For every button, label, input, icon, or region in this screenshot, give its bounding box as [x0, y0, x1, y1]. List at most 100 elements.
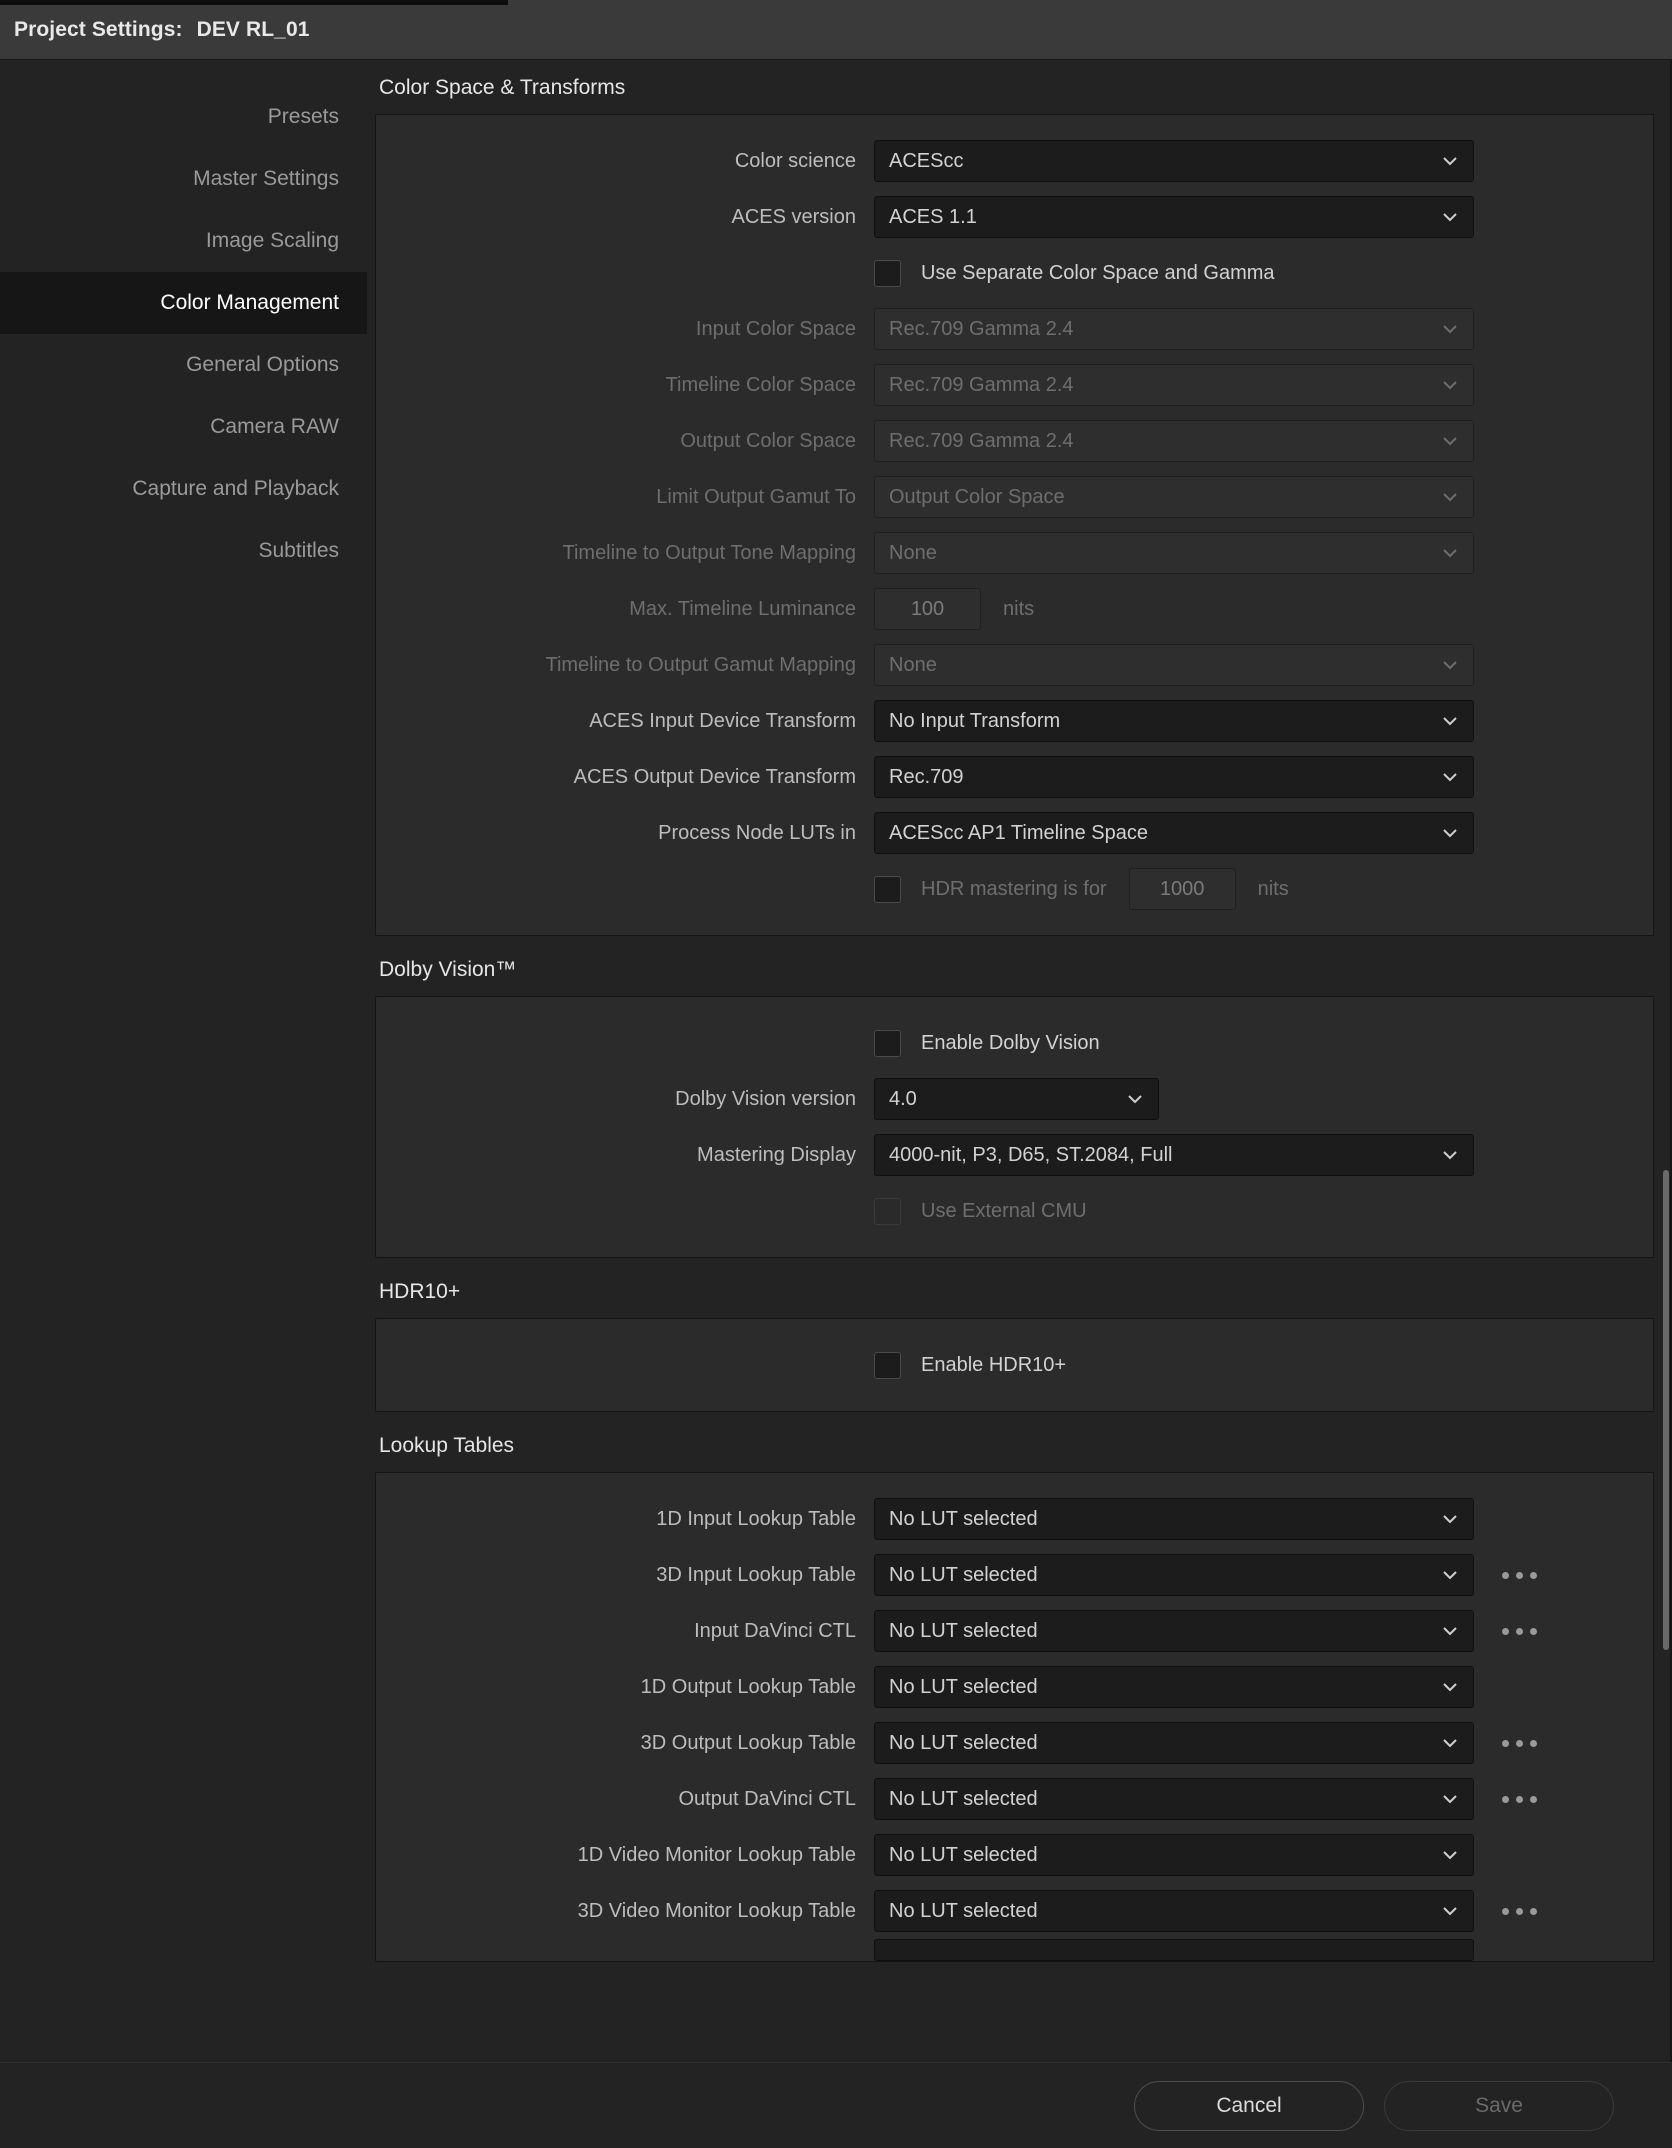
lut-value: No LUT selected — [889, 1675, 1038, 1698]
aces-version-dropdown[interactable]: ACES 1.1 — [874, 196, 1474, 238]
settings-content-pane: Color Space & Transforms Color science A… — [367, 60, 1672, 2062]
label-lut: 3D Input Lookup Table — [656, 1563, 856, 1586]
row-enable-dolby-vision: Enable Dolby Vision — [376, 1015, 1653, 1071]
process-node-luts-dropdown[interactable]: ACEScc AP1 Timeline Space — [874, 812, 1474, 854]
lut-value: No LUT selected — [889, 1843, 1038, 1866]
lut-browse-button[interactable] — [1492, 1627, 1546, 1635]
row-output-color-space: Output Color Space Rec.709 Gamma 2.4 — [376, 413, 1653, 469]
lut-dropdown[interactable]: No LUT selected — [874, 1834, 1474, 1876]
sidebar-item-camera-raw[interactable]: Camera RAW — [0, 396, 367, 458]
label-use-external-cmu: Use External CMU — [921, 1199, 1087, 1222]
use-external-cmu-checkbox — [874, 1197, 901, 1225]
sidebar-item-label: Capture and Playback — [132, 477, 339, 500]
label-lut: 1D Video Monitor Lookup Table — [577, 1843, 856, 1866]
lut-dropdown[interactable]: No LUT selected — [874, 1554, 1474, 1596]
chevron-down-icon — [1437, 1142, 1463, 1168]
lut-dropdown[interactable]: No LUT selected — [874, 1610, 1474, 1652]
lut-value: No LUT selected — [889, 1619, 1038, 1642]
label-enable-dolby-vision: Enable Dolby Vision — [921, 1031, 1100, 1054]
panel-hdr10plus: Enable HDR10+ — [375, 1318, 1654, 1412]
chevron-down-icon — [1437, 1786, 1463, 1812]
chevron-down-icon — [1437, 1506, 1463, 1532]
lut-dropdown-partial[interactable] — [874, 1939, 1474, 1961]
label-aces-idt: ACES Input Device Transform — [589, 709, 856, 732]
aces-version-value: ACES 1.1 — [889, 205, 977, 228]
row-lut-input-davinci-ctl: Input DaVinci CTL No LUT selected — [376, 1603, 1653, 1659]
sidebar-item-capture-and-playback[interactable]: Capture and Playback — [0, 458, 367, 520]
lut-browse-button[interactable] — [1492, 1571, 1546, 1579]
limit-output-gamut-dropdown: Output Color Space — [874, 476, 1474, 518]
chevron-down-icon — [1437, 204, 1463, 230]
row-timeline-color-space: Timeline Color Space Rec.709 Gamma 2.4 — [376, 357, 1653, 413]
chevron-down-icon — [1437, 316, 1463, 342]
lut-value: No LUT selected — [889, 1731, 1038, 1754]
section-heading-color-space: Color Space & Transforms — [379, 76, 626, 99]
sidebar-item-master-settings[interactable]: Master Settings — [0, 148, 367, 210]
lut-dropdown[interactable]: No LUT selected — [874, 1778, 1474, 1820]
lut-dropdown[interactable]: No LUT selected — [874, 1722, 1474, 1764]
sidebar-item-presets[interactable]: Presets — [0, 86, 367, 148]
lut-value: No LUT selected — [889, 1507, 1038, 1530]
cancel-button[interactable]: Cancel — [1134, 2080, 1364, 2131]
mastering-display-dropdown[interactable]: 4000-nit, P3, D65, ST.2084, Full — [874, 1134, 1474, 1176]
row-gamut-mapping: Timeline to Output Gamut Mapping None — [376, 637, 1653, 693]
sidebar-item-label: Camera RAW — [210, 415, 339, 438]
vertical-scrollbar[interactable] — [1663, 1170, 1669, 1650]
label-lut: Output DaVinci CTL — [678, 1787, 857, 1810]
chevron-down-icon — [1122, 1086, 1148, 1112]
lut-dropdown[interactable]: No LUT selected — [874, 1666, 1474, 1708]
gamut-mapping-value: None — [889, 653, 937, 676]
unit-nits: nits — [1003, 597, 1035, 620]
panel-color-space-transforms: Color science ACEScc ACES version ACES 1… — [375, 114, 1654, 936]
row-aces-version: ACES version ACES 1.1 — [376, 189, 1653, 245]
hdr-mastering-checkbox[interactable] — [874, 875, 901, 903]
gamut-mapping-dropdown: None — [874, 644, 1474, 686]
project-name: DEV RL_01 — [196, 17, 310, 41]
hdr-mastering-nits-input: 1000 — [1128, 868, 1236, 910]
row-lut-1d-input: 1D Input Lookup Table No LUT selected — [376, 1491, 1653, 1547]
dolby-vision-version-dropdown[interactable]: 4.0 — [874, 1078, 1159, 1120]
label-gamut-mapping: Timeline to Output Gamut Mapping — [545, 653, 856, 676]
lut-browse-button[interactable] — [1492, 1907, 1546, 1915]
color-science-dropdown[interactable]: ACEScc — [874, 140, 1474, 182]
color-science-value: ACEScc — [889, 149, 964, 172]
label-lut: 1D Input Lookup Table — [656, 1507, 856, 1530]
label-max-timeline-luminance: Max. Timeline Luminance — [629, 597, 856, 620]
sidebar-item-image-scaling[interactable]: Image Scaling — [0, 210, 367, 272]
lut-browse-button[interactable] — [1492, 1795, 1546, 1803]
panel-lookup-tables: 1D Input Lookup Table No LUT selected 3D… — [375, 1472, 1654, 1962]
enable-dolby-vision-checkbox[interactable] — [874, 1029, 901, 1057]
aces-idt-value: No Input Transform — [889, 709, 1061, 732]
enable-hdr10plus-checkbox[interactable] — [874, 1351, 901, 1379]
row-input-color-space: Input Color Space Rec.709 Gamma 2.4 — [376, 301, 1653, 357]
chevron-down-icon — [1437, 820, 1463, 846]
aces-idt-dropdown[interactable]: No Input Transform — [874, 700, 1474, 742]
timeline-color-space-value: Rec.709 Gamma 2.4 — [889, 373, 1074, 396]
row-hdr-mastering: HDR mastering is for 1000 nits — [376, 861, 1653, 917]
label-aces-odt: ACES Output Device Transform — [573, 765, 856, 788]
lut-dropdown[interactable]: No LUT selected — [874, 1890, 1474, 1932]
lut-dropdown[interactable]: No LUT selected — [874, 1498, 1474, 1540]
aces-odt-dropdown[interactable]: Rec.709 — [874, 756, 1474, 798]
chevron-down-icon — [1437, 1730, 1463, 1756]
input-color-space-value: Rec.709 Gamma 2.4 — [889, 317, 1074, 340]
label-input-color-space: Input Color Space — [695, 317, 856, 340]
tone-mapping-value: None — [889, 541, 937, 564]
output-color-space-value: Rec.709 Gamma 2.4 — [889, 429, 1074, 452]
sidebar-item-label: Presets — [267, 105, 339, 128]
chevron-down-icon — [1437, 1842, 1463, 1868]
chevron-down-icon — [1437, 540, 1463, 566]
label-enable-hdr10plus: Enable HDR10+ — [921, 1353, 1067, 1376]
use-separate-color-space-checkbox[interactable] — [874, 259, 901, 287]
section-heading-lookup-tables: Lookup Tables — [379, 1434, 515, 1457]
chevron-down-icon — [1437, 708, 1463, 734]
sidebar-item-general-options[interactable]: General Options — [0, 334, 367, 396]
unit-nits: nits — [1257, 877, 1289, 900]
sidebar-item-color-management[interactable]: Color Management — [0, 272, 367, 334]
row-use-external-cmu: Use External CMU — [376, 1183, 1653, 1239]
chevron-down-icon — [1437, 764, 1463, 790]
output-color-space-dropdown: Rec.709 Gamma 2.4 — [874, 420, 1474, 462]
lut-browse-button[interactable] — [1492, 1739, 1546, 1747]
settings-scroll-area: Color Space & Transforms Color science A… — [367, 60, 1662, 1962]
sidebar-item-subtitles[interactable]: Subtitles — [0, 520, 367, 582]
